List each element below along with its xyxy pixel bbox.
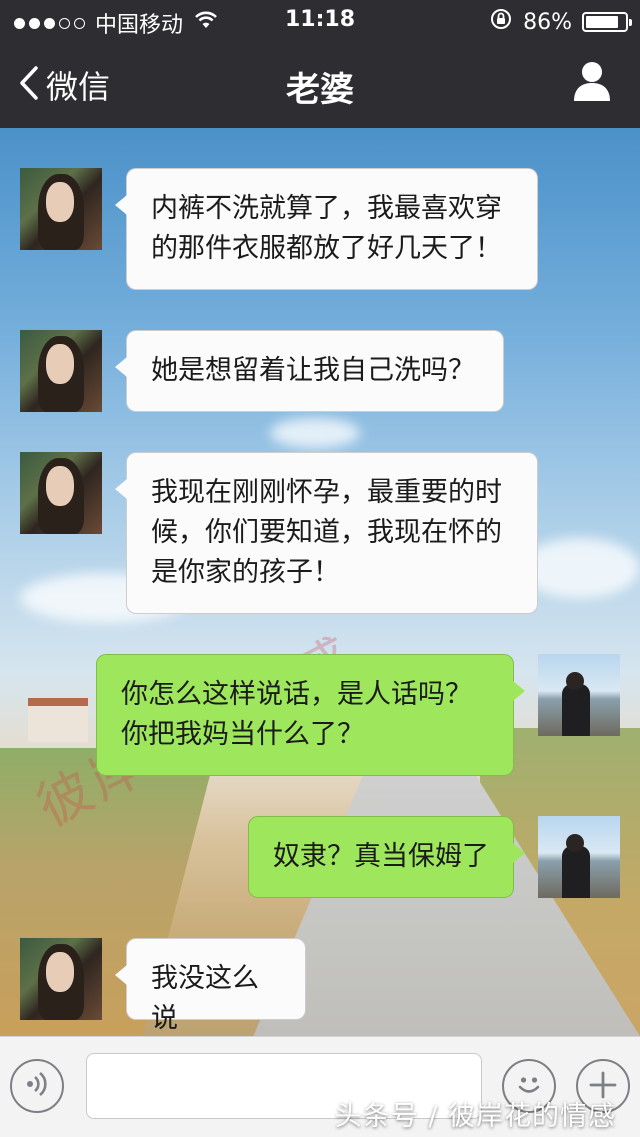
message-bubble[interactable]: 我现在刚刚怀孕，最重要的时候，你们要知道，我现在怀的是你家的孩子！ xyxy=(115,452,538,614)
message-bubble[interactable]: 奴隶？真当保姆了 xyxy=(248,816,525,898)
cloud xyxy=(520,538,640,598)
avatar-wife[interactable] xyxy=(20,938,102,1020)
status-right: 86% xyxy=(489,7,632,37)
voice-button[interactable] xyxy=(10,1059,64,1113)
battery-percent: 86% xyxy=(523,9,572,35)
cloud xyxy=(270,418,360,448)
avatar-wife[interactable] xyxy=(20,452,102,534)
battery-icon xyxy=(582,12,632,32)
message-bubble[interactable]: 我没这么说 xyxy=(115,938,306,1034)
person-icon xyxy=(572,62,612,106)
message-bubble[interactable]: 她是想留着让我自己洗吗？ xyxy=(115,330,504,412)
battery-fill xyxy=(586,16,619,28)
house xyxy=(28,698,88,742)
status-bar: 中国移动 11:18 86% xyxy=(0,0,640,40)
avatar-me[interactable] xyxy=(538,816,620,898)
message-bubble[interactable]: 你怎么这样说话，是人话吗？你把我妈当什么了？ xyxy=(96,654,525,776)
message-bubble[interactable]: 内裤不洗就算了，我最喜欢穿的那件衣服都放了好几天了！ xyxy=(115,168,538,290)
voice-icon xyxy=(22,1069,52,1103)
nav-bar: 微信 老婆 xyxy=(0,40,640,128)
avatar-me[interactable] xyxy=(538,654,620,736)
source-tag: 头条号 / 彼岸花的情感 xyxy=(334,1101,616,1132)
rotation-lock-icon xyxy=(489,7,513,37)
avatar-wife[interactable] xyxy=(20,330,102,412)
avatar-wife[interactable] xyxy=(20,168,102,250)
chat-background[interactable]: 彼岸花的情感 内裤不洗就算了，我最喜欢穿的那件衣服都放了好几天了！ 她是想留着让… xyxy=(0,128,640,1036)
chat-title: 老婆 xyxy=(286,70,354,110)
chat-info-button[interactable] xyxy=(572,60,612,106)
